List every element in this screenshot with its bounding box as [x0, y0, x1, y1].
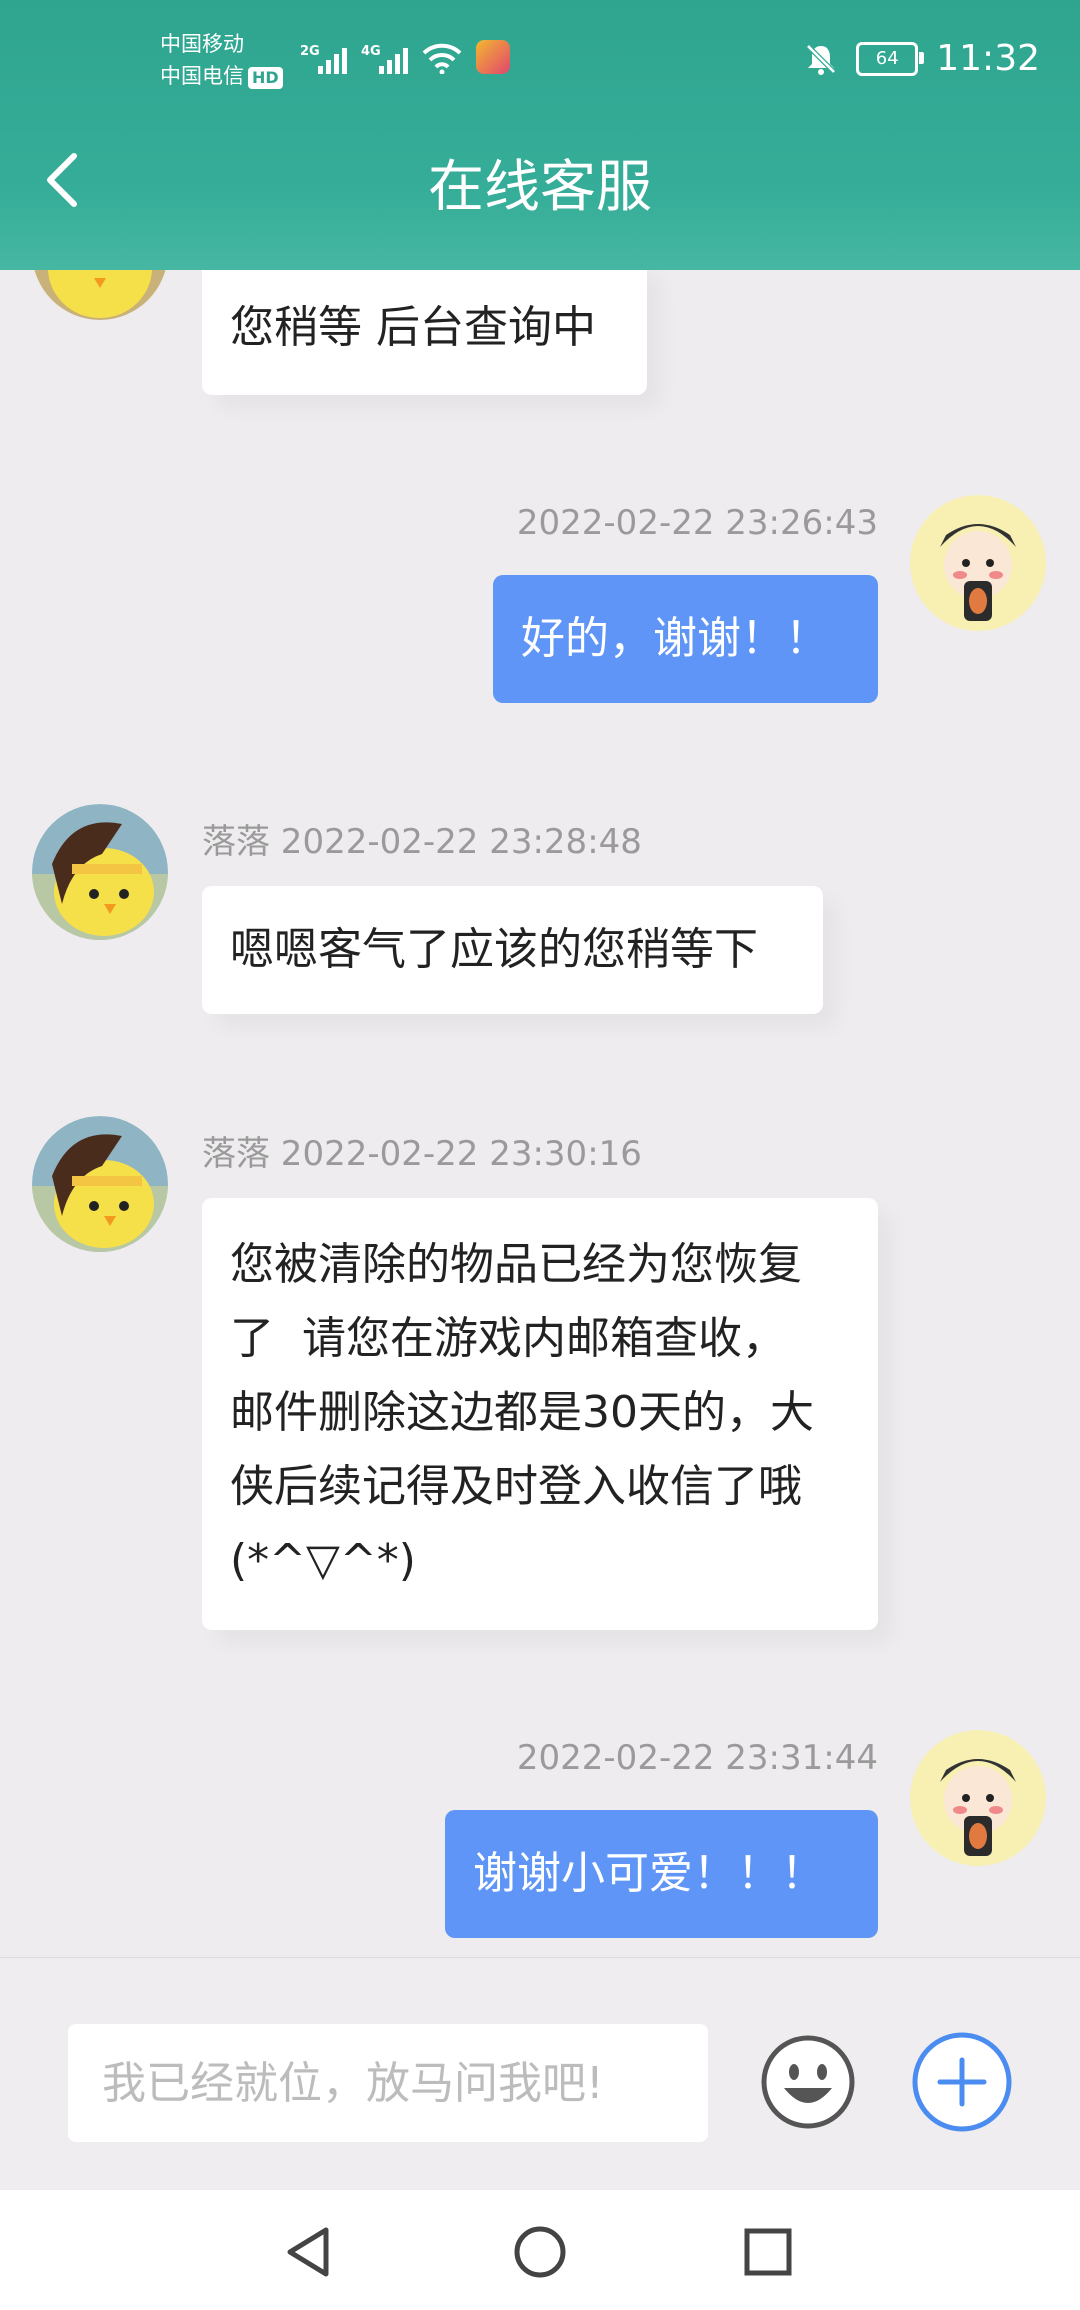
- signal-indicators: 2G 4G: [300, 40, 510, 74]
- battery-icon: 64: [856, 41, 925, 76]
- input-bar: [0, 1957, 1080, 2191]
- message-line: 您被清除的物品已经为您恢复: [230, 1239, 802, 1290]
- agent-avatar[interactable]: [32, 1116, 168, 1252]
- square-recent-icon[interactable]: [738, 2222, 798, 2282]
- message-input[interactable]: [68, 2024, 708, 2142]
- signal-2g-icon: 2G: [300, 44, 347, 74]
- triangle-back-icon[interactable]: [278, 2222, 338, 2282]
- smiley-icon[interactable]: [760, 2034, 856, 2130]
- app-notification-icon: [476, 40, 510, 74]
- message-line: (*^▽^*): [230, 1535, 416, 1586]
- message-bubble[interactable]: 您稍等 后台查询中: [202, 270, 647, 395]
- page-title: 在线客服: [428, 155, 652, 220]
- agent-avatar[interactable]: [32, 804, 168, 940]
- carrier-1: 中国移动: [160, 32, 244, 56]
- status-right: 64 11:32: [804, 38, 1040, 79]
- wifi-icon: [422, 43, 462, 74]
- system-nav-bar: [0, 2190, 1080, 2310]
- message-bubble[interactable]: 嗯嗯客气了应该的您稍等下: [202, 886, 823, 1014]
- user-avatar[interactable]: [910, 495, 1046, 631]
- message-bubble[interactable]: 好的，谢谢！！: [493, 575, 878, 703]
- message-bubble[interactable]: 谢谢小可爱！！！: [445, 1810, 878, 1938]
- app-header: 中国移动 中国电信 HD 2G 4G 64 11:32 在线客服: [0, 0, 1080, 270]
- message-line: 邮件删除这边都是30天的，大: [230, 1387, 814, 1438]
- signal-4g-icon: 4G: [361, 44, 408, 74]
- message-timestamp: 2022-02-22 23:26:43: [516, 503, 878, 543]
- message-line: 侠后续记得及时登入收信了哦: [230, 1461, 802, 1512]
- message-bubble[interactable]: 您被清除的物品已经为您恢复 了 请您在游戏内邮箱查收， 邮件删除这边都是30天的…: [202, 1198, 878, 1630]
- message-sender-time: 落落 2022-02-22 23:30:16: [202, 1134, 642, 1174]
- bell-muted-icon: [806, 43, 837, 75]
- message-timestamp: 2022-02-22 23:31:44: [516, 1738, 878, 1778]
- message-sender-time: 落落 2022-02-22 23:28:48: [202, 822, 642, 862]
- status-bar: 中国移动 中国电信 HD 2G 4G 64 11:32: [0, 0, 1080, 110]
- message-line: 了 请您在游戏内邮箱查收，: [230, 1313, 786, 1364]
- carrier-info: 中国移动 中国电信 HD: [160, 28, 283, 92]
- circle-home-icon[interactable]: [510, 2222, 570, 2282]
- clock: 11:32: [936, 38, 1040, 79]
- agent-avatar[interactable]: [32, 270, 168, 320]
- carrier-2: 中国电信: [160, 64, 244, 88]
- chat-messages[interactable]: 您稍等 后台查询中 2022-02-22 23:26:43 好的，谢谢！！ 落落…: [0, 270, 1080, 1957]
- user-avatar[interactable]: [910, 1730, 1046, 1866]
- plus-circle-icon[interactable]: [910, 2030, 1014, 2134]
- hd-badge: HD: [248, 67, 283, 89]
